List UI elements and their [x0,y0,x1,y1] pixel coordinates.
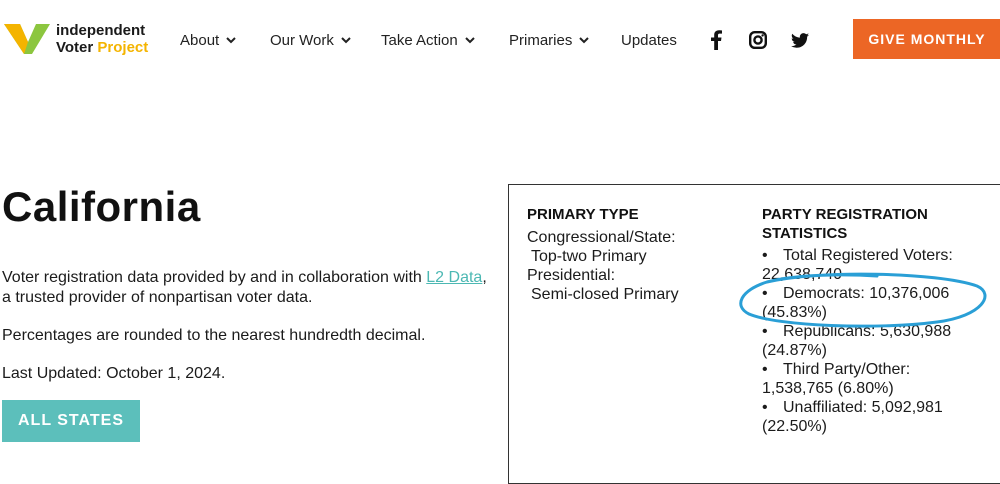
nav-item-updates[interactable]: Updates [621,32,677,49]
logo-line1: independent [56,22,146,39]
chevron-down-icon [465,37,475,44]
stat-value: 22,638,740 [762,266,843,283]
twitter-icon [791,32,809,48]
primary-line: Semi-closed Primary [531,286,679,303]
nav-updates-label: Updates [621,31,677,49]
logo-text: independent Voter Project [56,22,148,56]
stat-value: 1,538,765 (6.80%) [762,380,894,397]
site-header: independent Voter Project About Our Work… [0,0,1000,80]
stat-value: (24.87%) [762,342,827,359]
data-source-paragraph: Voter registration data provided by and … [2,268,492,308]
primary-line: Presidential: [527,267,616,284]
stat-unaffiliated: • Unaffiliated: 5,092,981 (22.50%) [762,398,1000,436]
twitter-link[interactable] [789,29,811,51]
give-monthly-button[interactable]: GIVE MONTHLY [853,19,1000,59]
bullet: • [762,399,768,416]
primary-type-column: PRIMARY TYPE Congressional/State: Top-tw… [527,205,727,304]
stat-total-registered: • Total Registered Voters: 22,638,740 [762,246,1000,284]
party-registration-column: PARTY REGISTRATION STATISTICS • Total Reg… [762,205,1000,436]
stat-third-party: • Third Party/Other: 1,538,765 (6.80%) [762,360,1000,398]
stat-label: Unaffiliated: 5,092,981 [783,399,943,416]
bullet: • [762,361,768,378]
stat-value: (45.83%) [762,304,827,321]
logo-mark-icon [4,24,50,54]
nav-item-about[interactable]: About [180,32,237,49]
chevron-down-icon [226,37,236,44]
bullet: • [762,323,768,340]
nav-item-our-work[interactable]: Our Work [270,32,352,49]
last-updated-text: Last Updated: October 1, 2024. [2,365,226,382]
l2-data-link[interactable]: L2 Data [426,269,482,286]
state-info-panel: PRIMARY TYPE Congressional/State: Top-tw… [508,184,1000,484]
page-title: California [2,183,201,230]
nav-item-take-action[interactable]: Take Action [381,32,476,49]
logo-line2: Voter Project [56,39,148,56]
chevron-down-icon [341,37,351,44]
instagram-icon [749,31,767,49]
stat-label: Third Party/Other: [783,361,911,378]
stat-democrats: • Democrats: 10,376,006 (45.83%) [762,284,1000,322]
stat-republicans: • Republicans: 5,630,988 (24.87%) [762,322,1000,360]
para1-text-before: Voter registration data provided by and … [2,269,427,286]
party-registration-heading: PARTY REGISTRATION STATISTICS [762,206,928,242]
bullet: • [762,285,768,302]
stat-label: Republicans: 5,630,988 [783,323,952,340]
facebook-icon [711,30,722,50]
nav-about-label: About [180,31,220,49]
chevron-down-icon [579,37,590,44]
primary-type-heading: PRIMARY TYPE [527,206,639,223]
bullet: • [762,247,768,264]
logo-line2-voter: Voter [56,39,94,56]
nav-our-work-label: Our Work [270,31,334,49]
primary-line: Top-two Primary [531,248,647,265]
party-stats-list: • Total Registered Voters: 22,638,740 • De… [762,246,1000,436]
logo-line2-project: Project [97,39,149,56]
nav-primaries-label: Primaries [509,31,573,49]
stat-label: Total Registered Voters: [783,247,953,264]
rounding-note: Percentages are rounded to the nearest h… [2,327,426,344]
nav-item-primaries[interactable]: Primaries [509,32,590,49]
instagram-link[interactable] [747,29,769,51]
stat-value: (22.50%) [762,418,827,435]
stat-label: Democrats: 10,376,006 [783,285,950,302]
all-states-button[interactable]: ALL STATES [2,400,140,442]
site-logo[interactable]: independent Voter Project [4,20,164,60]
primary-line: Congressional/State: [527,229,676,246]
facebook-link[interactable] [705,29,727,51]
nav-take-action-label: Take Action [381,31,458,49]
